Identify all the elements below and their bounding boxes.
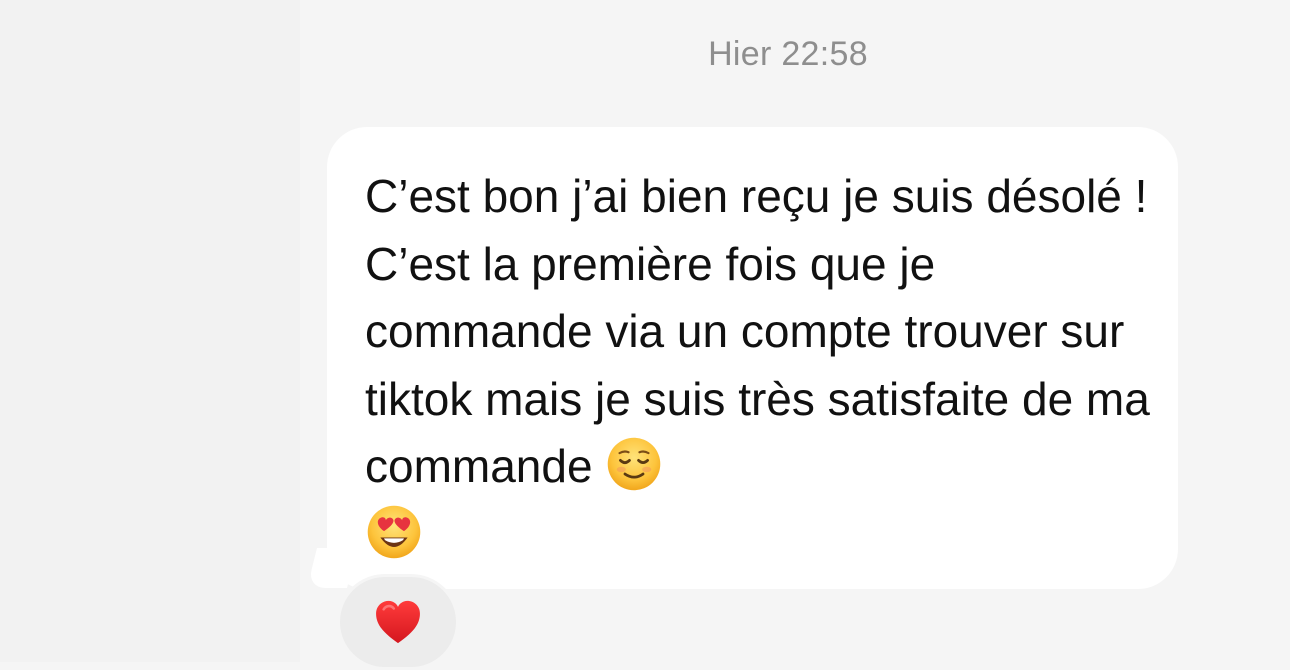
message-timestamp: Hier 22:58: [708, 35, 868, 73]
message-content: C’est bon j’ai bien reçu je suis désolé …: [365, 163, 1158, 568]
heart-reaction-badge[interactable]: [337, 574, 459, 670]
received-message-bubble[interactable]: C’est bon j’ai bien reçu je suis désolé …: [327, 127, 1178, 589]
relieved-face-emoji-icon: [605, 435, 663, 493]
left-margin: [0, 0, 300, 662]
heart-eyes-emoji-icon: [365, 503, 423, 561]
message-text: C’est bon j’ai bien reçu je suis désolé …: [365, 170, 1150, 492]
red-heart-icon: [376, 600, 420, 644]
